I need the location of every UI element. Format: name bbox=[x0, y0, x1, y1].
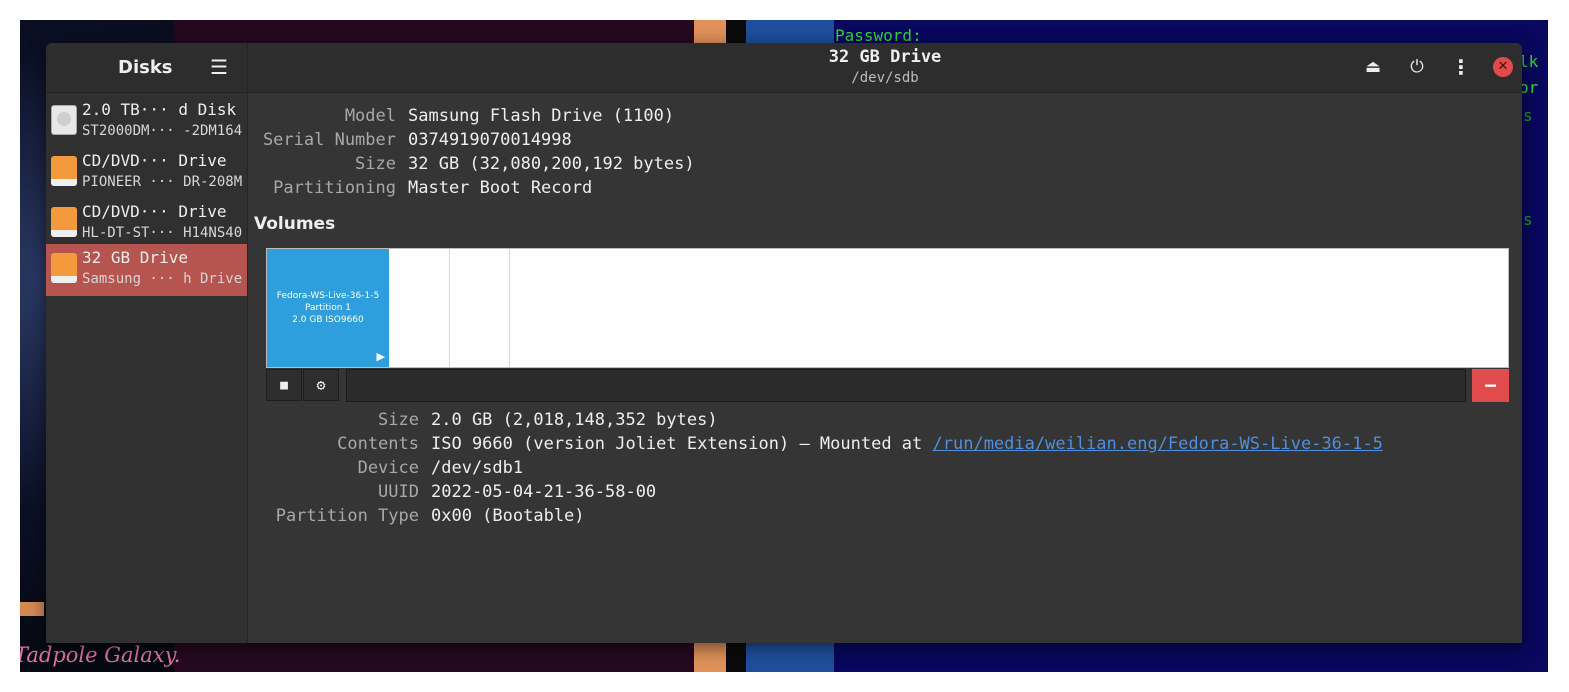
contents-label: Contents bbox=[337, 434, 419, 454]
serial-number-label: Serial Number bbox=[262, 130, 396, 150]
usb-drive-icon bbox=[51, 253, 77, 283]
more-options-icon[interactable]: ⋮ bbox=[1448, 55, 1474, 79]
drive-device-path: /dev/sdb bbox=[851, 70, 919, 86]
volume-info-bar bbox=[346, 369, 1466, 402]
partition-1-block[interactable]: Fedora-WS-Live-36-1-5 Partition 1 2.0 GB… bbox=[267, 249, 389, 367]
close-icon[interactable]: ✕ bbox=[1493, 57, 1513, 77]
wallpaper-caption: Tadpole Galaxy. bbox=[20, 643, 181, 667]
drive-item-32gb-drive[interactable]: 32 GB Drive Samsung ··· h Drive bbox=[46, 244, 247, 296]
size-label: Size bbox=[355, 154, 396, 174]
volume-map: Fedora-WS-Live-36-1-5 Partition 1 2.0 GB… bbox=[266, 248, 1509, 368]
minus-icon[interactable]: − bbox=[1472, 369, 1509, 402]
partition-divider bbox=[449, 249, 450, 367]
model-label: Model bbox=[344, 106, 396, 126]
drive-model: HL-DT-ST··· H14NS40 bbox=[82, 225, 243, 241]
partition-number: Partition 1 bbox=[304, 303, 352, 313]
volume-size-label: Size bbox=[378, 410, 419, 430]
disks-window: Disks ☰ 2.0 TB··· d Disk ST2000DM··· -2D… bbox=[46, 43, 1522, 643]
partition-divider bbox=[509, 249, 510, 367]
optical-drive-icon bbox=[51, 156, 77, 186]
device-value: /dev/sdb1 bbox=[431, 458, 524, 478]
device-label: Device bbox=[357, 458, 419, 478]
uuid-label: UUID bbox=[378, 482, 419, 502]
hamburger-menu-icon[interactable]: ☰ bbox=[206, 55, 232, 79]
sidebar-header: Disks ☰ bbox=[46, 43, 247, 93]
gears-icon[interactable]: ⚙ bbox=[303, 369, 339, 401]
serial-number-value: 0374919070014998 bbox=[408, 130, 572, 150]
model-value: Samsung Flash Drive (1100) bbox=[408, 106, 675, 126]
drive-name: CD/DVD··· Drive bbox=[82, 151, 227, 170]
drive-name: 32 GB Drive bbox=[82, 248, 188, 267]
stop-icon[interactable]: ■ bbox=[266, 369, 302, 401]
terminal-text: s bbox=[1523, 106, 1533, 125]
partitioning-value: Master Boot Record bbox=[408, 178, 593, 198]
mount-point-link[interactable]: /run/media/weilian.eng/Fedora-WS-Live-36… bbox=[933, 434, 1383, 454]
drive-model: ST2000DM··· -2DM164 bbox=[82, 123, 243, 139]
drive-name: 2.0 TB··· d Disk bbox=[82, 100, 237, 119]
power-icon[interactable]: ⏻ bbox=[1404, 55, 1430, 79]
drive-model: Samsung ··· h Drive bbox=[82, 271, 243, 287]
drive-item-2tb-disk[interactable]: 2.0 TB··· d Disk ST2000DM··· -2DM164 bbox=[46, 96, 247, 148]
drive-sidebar: Disks ☰ 2.0 TB··· d Disk ST2000DM··· -2D… bbox=[46, 43, 248, 643]
hard-disk-icon bbox=[51, 105, 77, 135]
app-title: Disks bbox=[118, 57, 173, 78]
optical-drive-icon bbox=[51, 207, 77, 237]
volume-size-value: 2.0 GB (2,018,148,352 bytes) bbox=[431, 410, 718, 430]
contents-text: ISO 9660 (version Joliet Extension) — Mo… bbox=[431, 434, 933, 454]
uuid-value: 2022-05-04-21-36-58-00 bbox=[431, 482, 657, 502]
header-bar: 32 GB Drive /dev/sdb ⏏ ⏻ ⋮ ✕ bbox=[248, 43, 1522, 93]
drive-model: PIONEER ··· DR-208M bbox=[82, 174, 243, 190]
terminal-text: s bbox=[1523, 210, 1533, 229]
partitioning-label: Partitioning bbox=[273, 178, 396, 198]
size-value: 32 GB (32,080,200,192 bytes) bbox=[408, 154, 695, 174]
volumes-heading: Volumes bbox=[254, 214, 336, 234]
drive-item-cd-dvd-pioneer[interactable]: CD/DVD··· Drive PIONEER ··· DR-208M bbox=[46, 147, 247, 199]
contents-value: ISO 9660 (version Joliet Extension) — Mo… bbox=[431, 434, 1383, 454]
play-icon: ▶ bbox=[376, 350, 385, 363]
partition-type-value: 0x00 (Bootable) bbox=[431, 506, 585, 526]
partition-type-label: Partition Type bbox=[275, 506, 419, 526]
drive-title: 32 GB Drive bbox=[828, 47, 942, 67]
volume-toolbar: ■ ⚙ − bbox=[266, 369, 1509, 402]
wallpaper-strip bbox=[20, 602, 44, 616]
partition-label: Fedora-WS-Live-36-1-5 bbox=[276, 291, 380, 301]
drive-name: CD/DVD··· Drive bbox=[82, 202, 227, 221]
partition-size-fs: 2.0 GB ISO9660 bbox=[292, 315, 364, 325]
drive-item-cd-dvd-hldtst[interactable]: CD/DVD··· Drive HL-DT-ST··· H14NS40 bbox=[46, 198, 247, 250]
eject-icon[interactable]: ⏏ bbox=[1360, 55, 1386, 79]
